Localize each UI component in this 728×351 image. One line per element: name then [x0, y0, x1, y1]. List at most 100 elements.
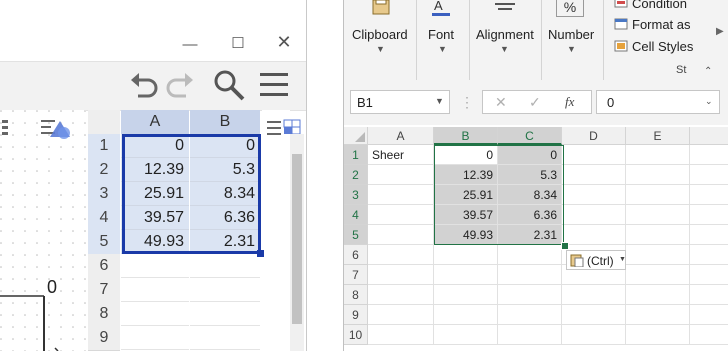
- row-header[interactable]: 5: [344, 225, 368, 245]
- column-header-b[interactable]: B: [434, 127, 498, 145]
- cell-e9[interactable]: [626, 305, 690, 325]
- cell-f4[interactable]: [690, 205, 728, 225]
- alignment-group[interactable]: Alignment ▼: [469, 0, 542, 80]
- cell-f6[interactable]: [690, 245, 728, 265]
- column-header-b[interactable]: B: [190, 110, 260, 134]
- cell-b6[interactable]: [434, 245, 498, 265]
- cell-d9[interactable]: [562, 305, 626, 325]
- cell-e5[interactable]: [626, 225, 690, 245]
- graphics-view[interactable]: 0: [0, 110, 86, 351]
- spreadsheet-scrollbar[interactable]: [290, 134, 304, 351]
- font-color-icon[interactable]: A: [430, 0, 452, 18]
- cell-a6[interactable]: [121, 254, 189, 278]
- cell-c8[interactable]: [498, 285, 562, 305]
- cell-f10[interactable]: [690, 325, 728, 345]
- align-icon[interactable]: [493, 0, 517, 14]
- row-header[interactable]: 4: [344, 205, 368, 225]
- column-header-c[interactable]: C: [498, 127, 562, 145]
- cell-a4[interactable]: 39.57: [121, 206, 189, 230]
- row-header[interactable]: 1: [88, 134, 120, 159]
- menu-icon[interactable]: [258, 71, 290, 99]
- cell-b1[interactable]: 0: [190, 134, 260, 158]
- cell-b7[interactable]: [434, 265, 498, 285]
- column-header-e[interactable]: E: [626, 127, 690, 145]
- cell-a1[interactable]: 0: [121, 134, 189, 158]
- cell-styles-icon[interactable]: [614, 40, 628, 52]
- expand-formula-icon[interactable]: ⌄: [705, 96, 713, 107]
- row-header[interactable]: 3: [344, 185, 368, 205]
- row-header[interactable]: 6: [344, 245, 368, 265]
- paste-options-button[interactable]: (Ctrl) ▼: [566, 250, 626, 270]
- cell-c4[interactable]: 6.36: [498, 205, 562, 225]
- cell-b1[interactable]: 0: [434, 145, 498, 165]
- close-button[interactable]: ✕: [274, 33, 294, 51]
- redo-icon[interactable]: [164, 70, 196, 100]
- cell-e4[interactable]: [626, 205, 690, 225]
- number-group[interactable]: % Number ▼: [541, 0, 604, 80]
- cell-e2[interactable]: [626, 165, 690, 185]
- graph-style-icon[interactable]: [0, 118, 14, 138]
- cell-a8[interactable]: [368, 285, 434, 305]
- cell-a5[interactable]: 49.93: [121, 230, 189, 254]
- cell-d8[interactable]: [562, 285, 626, 305]
- cell-a2[interactable]: [368, 165, 434, 185]
- paste-icon[interactable]: [370, 0, 392, 16]
- cell-c5[interactable]: 2.31: [498, 225, 562, 245]
- formula-options-icon[interactable]: ⋮: [460, 94, 474, 111]
- column-header-d[interactable]: D: [562, 127, 626, 145]
- cell-d1[interactable]: [562, 145, 626, 165]
- cell-e1[interactable]: [626, 145, 690, 165]
- row-header[interactable]: 9: [88, 326, 120, 351]
- formula-input[interactable]: 0 ⌄: [596, 90, 720, 114]
- row-header[interactable]: 3: [88, 182, 120, 207]
- cell-a3[interactable]: 25.91: [121, 182, 189, 206]
- format-as-table-icon[interactable]: [614, 18, 628, 30]
- format-as-table-label[interactable]: Format as: [632, 17, 691, 32]
- select-all-corner[interactable]: [344, 127, 368, 145]
- row-header[interactable]: 6: [88, 254, 120, 279]
- cell-c10[interactable]: [498, 325, 562, 345]
- row-header[interactable]: 7: [344, 265, 368, 285]
- row-header[interactable]: 1: [344, 145, 368, 165]
- ribbon-scroll-right-icon[interactable]: ▶: [716, 26, 724, 37]
- cell-e7[interactable]: [626, 265, 690, 285]
- fill-handle[interactable]: [257, 250, 264, 257]
- spreadsheet-corner[interactable]: [88, 110, 120, 135]
- row-header[interactable]: 2: [344, 165, 368, 185]
- cell-f9[interactable]: [690, 305, 728, 325]
- clipboard-group[interactable]: Clipboard ▼: [344, 0, 417, 80]
- search-icon[interactable]: [212, 68, 246, 102]
- cell-a1[interactable]: Sheer: [368, 145, 434, 165]
- cell-e10[interactable]: [626, 325, 690, 345]
- cell-styles-label[interactable]: Cell Styles: [632, 39, 693, 54]
- font-group[interactable]: A Font ▼: [416, 0, 470, 80]
- cell-c9[interactable]: [498, 305, 562, 325]
- row-header[interactable]: 8: [344, 285, 368, 305]
- cell-b3[interactable]: 25.91: [434, 185, 498, 205]
- cell-f8[interactable]: [690, 285, 728, 305]
- cell-b6[interactable]: [190, 254, 260, 278]
- row-header[interactable]: 7: [88, 278, 120, 303]
- row-header[interactable]: 4: [88, 206, 120, 231]
- cell-a9[interactable]: [368, 305, 434, 325]
- cell-c6[interactable]: [498, 245, 562, 265]
- cell-c3[interactable]: 8.34: [498, 185, 562, 205]
- cell-f5[interactable]: [690, 225, 728, 245]
- row-header[interactable]: 8: [88, 302, 120, 327]
- cell-c7[interactable]: [498, 265, 562, 285]
- cell-f3[interactable]: [690, 185, 728, 205]
- row-header[interactable]: 10: [344, 325, 368, 345]
- cell-b5[interactable]: 2.31: [190, 230, 260, 254]
- cell-a8[interactable]: [121, 302, 189, 326]
- cell-a10[interactable]: [368, 325, 434, 345]
- cell-f2[interactable]: [690, 165, 728, 185]
- cell-b9[interactable]: [434, 305, 498, 325]
- cell-a9[interactable]: [121, 326, 189, 350]
- fill-handle[interactable]: [561, 242, 569, 250]
- cell-b10[interactable]: [434, 325, 498, 345]
- cell-b4[interactable]: 39.57: [434, 205, 498, 225]
- cell-d5[interactable]: [562, 225, 626, 245]
- enter-icon[interactable]: ✓: [529, 94, 541, 111]
- maximize-button[interactable]: ☐: [228, 36, 248, 51]
- cell-e6[interactable]: [626, 245, 690, 265]
